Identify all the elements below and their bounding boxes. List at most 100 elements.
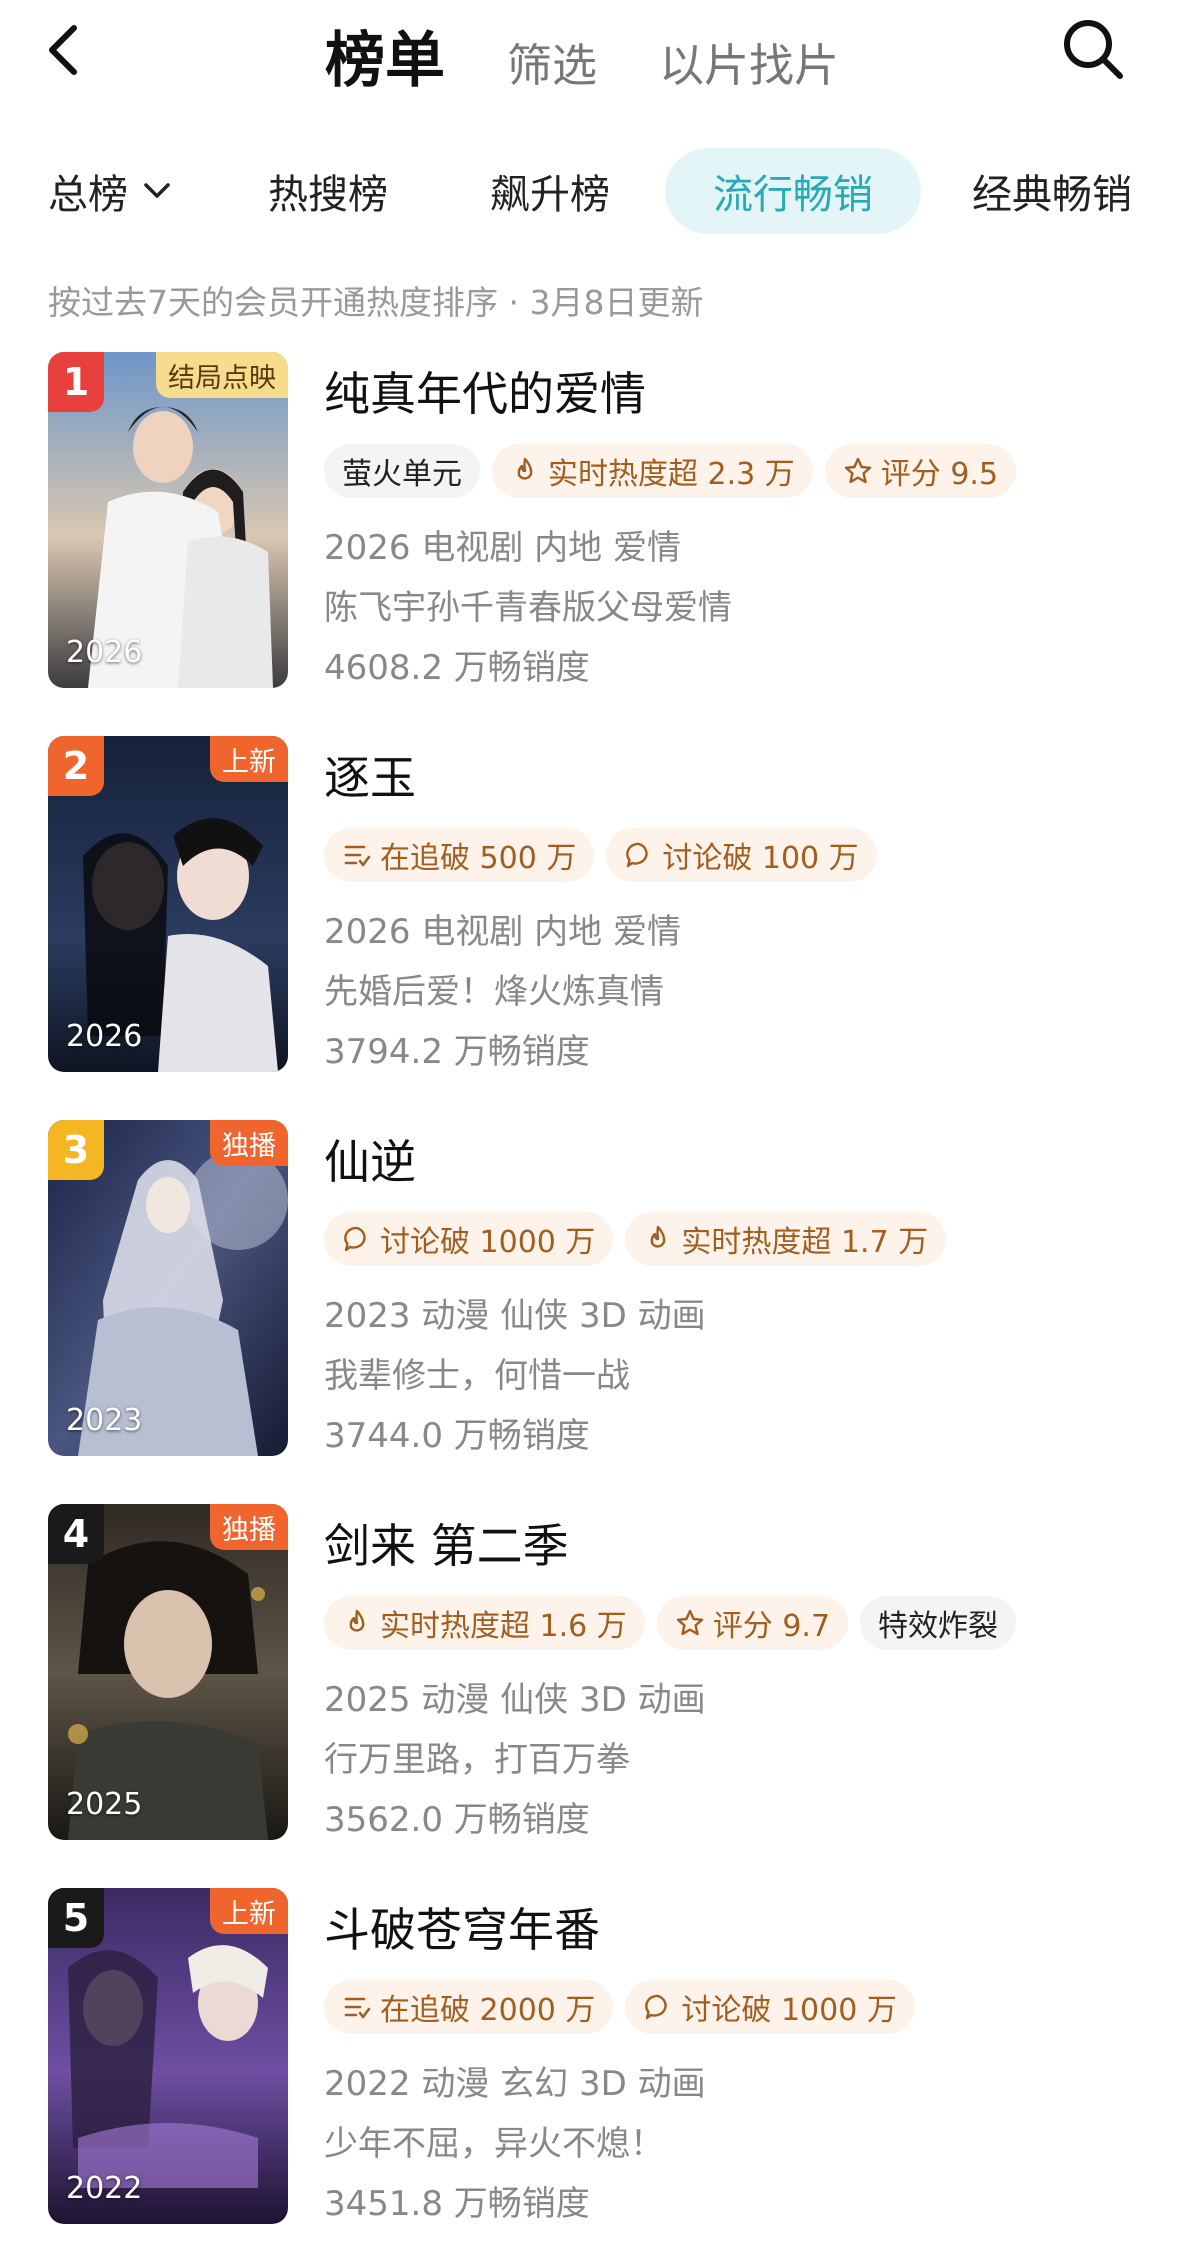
item-title[interactable]: 斗破苍穹年番	[324, 1894, 600, 1960]
star-icon	[844, 457, 871, 484]
tag-live-heat: 实时热度超 1.7 万	[625, 1212, 947, 1266]
search-icon	[1064, 20, 1123, 79]
tag-text: 实时热度超 1.6 万	[380, 1609, 627, 1644]
cat-tab-rising[interactable]: 飙升榜	[490, 148, 610, 234]
tab-find-similar[interactable]: 以片找片	[659, 29, 839, 94]
tag-discussion: 讨论破 100 万	[606, 828, 877, 882]
tag-discussion: 讨论破 1000 万	[625, 1980, 915, 2034]
item-sales: 3744.0 万畅销度	[324, 1416, 590, 1456]
tag-text: 实时热度超 1.7 万	[681, 1225, 929, 1260]
item-meta: 2026 电视剧 内地 爱情	[324, 528, 681, 568]
cat-tab-classic-sales[interactable]: 经典畅销	[972, 148, 1132, 234]
item-meta: 2026 电视剧 内地 爱情	[324, 912, 681, 952]
poster-year: 2026	[66, 635, 143, 670]
tag-row: 在追破 2000 万 讨论破 1000 万	[324, 1980, 927, 2034]
tag-following: 在追破 2000 万	[324, 1980, 614, 2034]
corner-badge: 结局点映	[156, 352, 288, 398]
item-description: 我辈修士，何惜一战	[324, 1356, 630, 1396]
tag-following: 在追破 500 万	[324, 828, 595, 882]
flame-icon	[349, 1609, 365, 1632]
cat-tab-trending-sales[interactable]: 流行畅销	[665, 148, 921, 234]
item-title[interactable]: 仙逆	[324, 1126, 416, 1192]
item-meta: 2023 动漫 仙侠 3D 动画	[324, 1296, 706, 1336]
tag-text: 讨论破 100 万	[662, 841, 859, 876]
corner-badge: 独播	[210, 1120, 288, 1166]
tag-text: 在追破 2000 万	[380, 1993, 596, 2028]
item-meta: 2022 动漫 玄幻 3D 动画	[324, 2064, 706, 2104]
cat-tab-overall[interactable]: 总榜	[48, 148, 172, 234]
list-item[interactable]: 3 独播 2023 仙逆 讨论破 1000 万 实时热度超 1.7 万 2023…	[0, 1120, 1179, 1504]
item-title[interactable]: 纯真年代的爱情	[324, 358, 646, 424]
flame-icon	[517, 457, 533, 480]
poster[interactable]: 4 独播 2025	[48, 1504, 288, 1840]
item-title[interactable]: 逐玉	[324, 742, 416, 808]
tag-text: 讨论破 1000 万	[681, 1993, 897, 2028]
poster-year: 2022	[66, 2171, 143, 2206]
item-title[interactable]: 剑来 第二季	[324, 1510, 569, 1576]
tab-ranking[interactable]: 榜单	[325, 12, 445, 99]
tag-row: 萤火单元 实时热度超 2.3 万 评分 9.5	[324, 444, 1028, 498]
list-item[interactable]: 5 上新 2022 斗破苍穹年番 在追破 2000 万 讨论破 1000 万 2…	[0, 1888, 1179, 2253]
tag-text: 评分 9.5	[880, 457, 999, 492]
chevron-down-icon	[144, 183, 170, 198]
ranking-list: 1 结局点映 2026 纯真年代的爱情 萤火单元 实时热度超 2.3 万 评分 …	[0, 352, 1179, 2253]
header-tabs: 榜单 筛选 以片找片	[325, 12, 901, 99]
chevron-left-icon	[49, 25, 77, 75]
poster[interactable]: 5 上新 2022	[48, 1888, 288, 2224]
tag-text: 在追破 500 万	[380, 841, 577, 876]
tag-text: 萤火单元	[342, 457, 462, 492]
tag-row: 讨论破 1000 万 实时热度超 1.7 万	[324, 1212, 958, 1266]
star-icon	[676, 1609, 703, 1636]
flame-icon	[651, 1225, 666, 1248]
comment-icon	[344, 1226, 366, 1252]
tag-rating: 评分 9.7	[656, 1596, 849, 1650]
poster-year: 2023	[66, 1403, 143, 1438]
cat-tab-hot-search[interactable]: 热搜榜	[268, 148, 388, 234]
list-item[interactable]: 1 结局点映 2026 纯真年代的爱情 萤火单元 实时热度超 2.3 万 评分 …	[0, 352, 1179, 736]
tag-effects: 特效炸裂	[860, 1596, 1017, 1650]
back-button[interactable]	[44, 10, 104, 90]
category-tabs: 总榜 热搜榜 飙升榜 流行畅销 经典畅销	[0, 148, 1179, 234]
rank-badge: 1	[48, 352, 104, 412]
rank-badge: 3	[48, 1120, 104, 1180]
list-icon	[344, 1997, 371, 2019]
list-item[interactable]: 4 独播 2025 剑来 第二季 实时热度超 1.6 万 评分 9.7 特效炸裂…	[0, 1504, 1179, 1888]
corner-badge: 上新	[210, 736, 288, 782]
rank-badge: 4	[48, 1504, 104, 1564]
list-item[interactable]: 2 上新 2026 逐玉 在追破 500 万 讨论破 100 万 2026 电视…	[0, 736, 1179, 1120]
poster-year: 2026	[66, 1019, 143, 1054]
tag-text: 评分 9.7	[712, 1609, 831, 1644]
item-sales: 3451.8 万畅销度	[324, 2184, 590, 2224]
tab-filter[interactable]: 筛选	[507, 29, 597, 94]
item-description: 先婚后爱！烽火炼真情	[324, 972, 664, 1012]
item-description: 行万里路，打百万拳	[324, 1740, 630, 1780]
poster-year: 2025	[66, 1787, 143, 1822]
rank-badge: 2	[48, 736, 104, 796]
tag-row: 实时热度超 1.6 万 评分 9.7 特效炸裂	[324, 1596, 1028, 1650]
search-button[interactable]	[1060, 16, 1126, 82]
tag-text: 实时热度超 2.3 万	[548, 457, 795, 492]
ranking-description: 按过去7天的会员开通热度排序 · 3月8日更新	[48, 283, 704, 322]
rank-badge: 5	[48, 1888, 104, 1948]
tag-rating: 评分 9.5	[824, 444, 1017, 498]
corner-badge: 上新	[210, 1888, 288, 1934]
poster[interactable]: 1 结局点映 2026	[48, 352, 288, 688]
tag-text: 特效炸裂	[878, 1609, 999, 1644]
poster[interactable]: 2 上新 2026	[48, 736, 288, 1072]
cat-tab-label: 总榜	[48, 172, 128, 218]
tag-live-heat: 实时热度超 2.3 万	[492, 444, 813, 498]
poster[interactable]: 3 独播 2023	[48, 1120, 288, 1456]
comment-icon	[645, 1994, 668, 2020]
corner-badge: 独播	[210, 1504, 288, 1550]
tag-discussion: 讨论破 1000 万	[324, 1212, 614, 1266]
tag-row: 在追破 500 万 讨论破 100 万	[324, 828, 889, 882]
item-meta: 2025 动漫 仙侠 3D 动画	[324, 1680, 706, 1720]
comment-icon	[626, 842, 649, 868]
top-bar: 榜单 筛选 以片找片	[0, 0, 1179, 100]
item-description: 少年不屈，异火不熄！	[324, 2124, 664, 2164]
item-sales: 3794.2 万畅销度	[324, 1032, 590, 1072]
item-sales: 4608.2 万畅销度	[324, 648, 590, 688]
item-sales: 3562.0 万畅销度	[324, 1800, 590, 1840]
item-description: 陈飞宇孙千青春版父母爱情	[324, 588, 732, 628]
tag-live-heat: 实时热度超 1.6 万	[324, 1596, 645, 1650]
